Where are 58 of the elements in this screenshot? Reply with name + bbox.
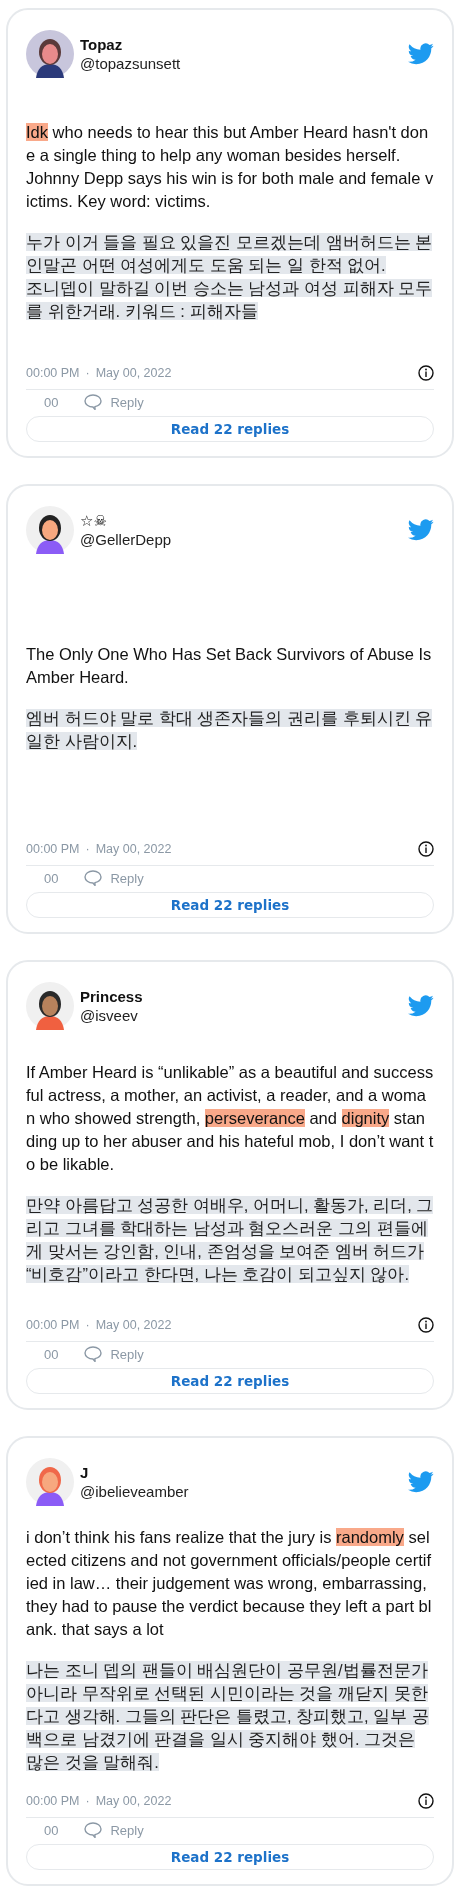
speech-bubble-icon bbox=[84, 1346, 103, 1362]
speech-bubble-icon bbox=[84, 1822, 103, 1838]
bird-logo-icon bbox=[408, 519, 434, 541]
like-count: 00 bbox=[44, 394, 59, 410]
info-icon[interactable] bbox=[418, 1793, 434, 1809]
like-count: 00 bbox=[44, 1346, 59, 1362]
tweet-text: Johnny Depp says his win is for both male and female victims. Key word: victims. bbox=[26, 167, 434, 212]
read-replies-button[interactable]: Read 22 replies bbox=[26, 892, 434, 918]
user-handle: @GellerDepp bbox=[80, 529, 173, 549]
user-name: J bbox=[80, 1463, 90, 1482]
avatar-icon bbox=[26, 982, 74, 1030]
translation-text: 만약 아름답고 성공한 여배우, 어머니, 활동가, 리더, 그리고 그녀를 학대하는 남성과 혐오스러운 그의 편들에게 맞서는 강인함, 인내, 존엄성을 보여준 엠버 허드가 “비호감”이라고 한다면, 나는 호감이 되고싶지 않아. bbox=[26, 1195, 434, 1285]
separator-dot: · bbox=[85, 366, 90, 380]
user-name: Princess bbox=[80, 987, 144, 1006]
bird-logo-icon bbox=[408, 1471, 434, 1493]
avatar-icon bbox=[26, 1458, 74, 1506]
like-count: 00 bbox=[44, 870, 59, 886]
speech-bubble-icon bbox=[84, 394, 103, 410]
tweet-time: 00:00 PM bbox=[26, 1794, 80, 1808]
info-icon[interactable] bbox=[418, 1317, 434, 1333]
user-handle: @ibelieveamber bbox=[80, 1481, 190, 1501]
separator-dot: · bbox=[85, 1794, 90, 1808]
read-replies-button[interactable]: Read 22 replies bbox=[26, 1844, 434, 1870]
info-icon[interactable] bbox=[418, 841, 434, 857]
translation-text: 누가 이거 들을 필요 있을진 모르겠는데 앰버허드는 본인말곤 어떤 여성에게도 도움 되는 일 한적 없어. bbox=[26, 231, 434, 276]
tweet-time: 00:00 PM bbox=[26, 1318, 80, 1332]
user-handle: @topazsunsett bbox=[80, 53, 182, 73]
translation-text: 나는 조니 뎁의 팬들이 배심원단이 공무원/법률전문가 아니라 무작위로 선택된 시민이라는 것을 깨닫지 못한다고 생각해. 그들의 판단은 틀렸고, 창피했고, 일부 공백으로 남겼기에 판결을 일시 중지해야 했어. 그것은 많은 것을 말해줘. bbox=[26, 1659, 430, 1773]
read-replies-button[interactable]: Read 22 replies bbox=[26, 1368, 434, 1394]
tweet-text: If Amber Heard is “unlikable” as a beautiful and successful actress, a mother, an activist, a reader, and a woman who showed strength, perseverance and dignity standing up to her abuser and his hateful mob, I don’t want to be likable. bbox=[26, 1062, 434, 1175]
reply-link[interactable]: Reply bbox=[110, 870, 144, 886]
user-name: ☆☠ bbox=[80, 511, 108, 530]
tweet-time: 00:00 PM bbox=[26, 842, 80, 856]
info-icon[interactable] bbox=[418, 365, 434, 381]
like-count: 00 bbox=[44, 1822, 59, 1838]
tweet-text: Idk who needs to hear this but Amber Heard hasn't done a single thing to help any woman besides herself. bbox=[26, 121, 430, 166]
tweet-date: May 00, 2022 bbox=[95, 366, 172, 380]
reply-link[interactable]: Reply bbox=[110, 1822, 144, 1838]
separator-dot: · bbox=[85, 1318, 90, 1332]
tweet-time: 00:00 PM bbox=[26, 366, 80, 380]
reply-link[interactable]: Reply bbox=[110, 394, 144, 410]
tweet-date: May 00, 2022 bbox=[95, 1318, 172, 1332]
translation-text: 엠버 허드야 말로 학대 생존자들의 권리를 후퇴시킨 유일한 사람이지. bbox=[26, 707, 434, 752]
avatar-icon bbox=[26, 506, 74, 554]
translation-text: 조니뎁이 말하길 이번 승소는 남성과 여성 피해자 모두를 위한거래. 키워드 : 피해자들 bbox=[26, 277, 434, 322]
tweet-text: The Only One Who Has Set Back Survivors of Abuse Is Amber Heard. bbox=[26, 643, 433, 688]
tweet-text: i don’t think his fans realize that the jury is randomly selected citizens and not government officials/people certified in law… their judgement was wrong, embarrassing, they had to pause the verdict because they left a part blank. that says a lot bbox=[26, 1526, 433, 1640]
bird-logo-icon bbox=[408, 995, 434, 1017]
separator-dot: · bbox=[85, 842, 90, 856]
avatar-icon bbox=[26, 30, 74, 78]
reply-link[interactable]: Reply bbox=[110, 1346, 144, 1362]
user-handle: @isveev bbox=[80, 1005, 139, 1025]
bird-logo-icon bbox=[408, 43, 434, 65]
speech-bubble-icon bbox=[84, 870, 103, 886]
read-replies-button[interactable]: Read 22 replies bbox=[26, 416, 434, 442]
tweet-date: May 00, 2022 bbox=[95, 1794, 172, 1808]
user-name: Topaz bbox=[80, 35, 124, 54]
tweet-date: May 00, 2022 bbox=[95, 842, 172, 856]
